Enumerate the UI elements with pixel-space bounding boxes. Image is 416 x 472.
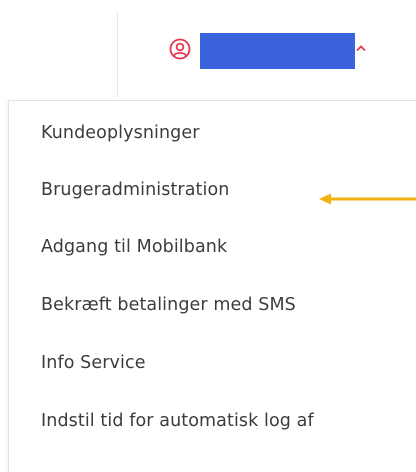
arrow-left-icon	[319, 193, 416, 205]
user-menu-toggle[interactable]	[165, 33, 375, 69]
menu-item-auto-logout[interactable]: Indstil tid for automatisk log af	[9, 393, 409, 449]
menu-item-info-service[interactable]: Info Service	[9, 335, 409, 391]
user-name-redacted	[200, 33, 355, 69]
user-dropdown-menu: Kundeoplysninger Brugeradministration Ad…	[8, 100, 416, 472]
menu-item-kundeoplysninger[interactable]: Kundeoplysninger	[9, 105, 409, 161]
menu-item-mobilbank[interactable]: Adgang til Mobilbank	[9, 219, 409, 275]
menu-item-sms-confirm[interactable]: Bekræft betalinger med SMS	[9, 277, 409, 333]
user-circle-icon	[169, 38, 191, 60]
chevron-up-icon	[356, 45, 366, 51]
top-bar	[0, 0, 416, 100]
divider	[117, 13, 118, 97]
